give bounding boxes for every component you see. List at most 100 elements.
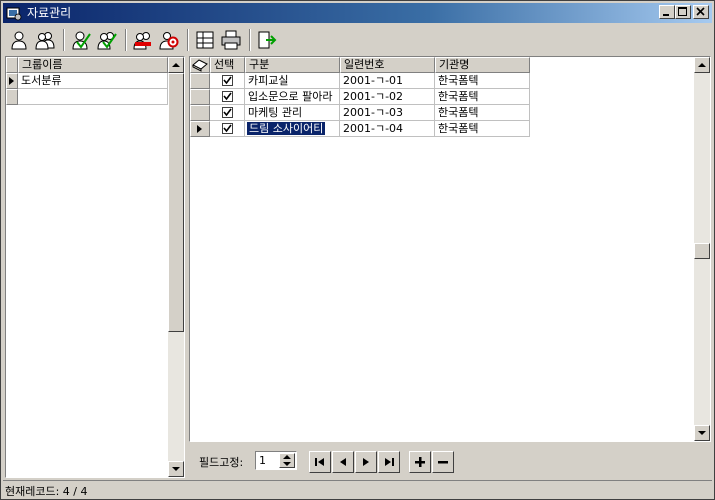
spinner-arrows[interactable] — [279, 453, 295, 468]
group-list-scrollbar[interactable] — [168, 57, 184, 477]
category-cell[interactable]: 마케팅 관리 — [245, 105, 340, 121]
user-button[interactable] — [7, 28, 31, 52]
delete-record-button[interactable] — [432, 451, 454, 473]
first-icon — [315, 458, 324, 466]
list-item[interactable]: 도서분류 — [18, 73, 168, 89]
navigator-bar: 필드고정: 1 — [189, 442, 711, 478]
users-delete-button[interactable] — [131, 28, 155, 52]
select-cell[interactable] — [210, 89, 245, 105]
check-icon — [223, 92, 232, 101]
print-button[interactable] — [219, 28, 243, 52]
current-row-icon — [197, 125, 202, 133]
maximize-button[interactable] — [675, 5, 691, 19]
select-checkbox[interactable] — [222, 91, 233, 102]
add-record-button[interactable] — [409, 451, 431, 473]
prev-record-button[interactable] — [332, 451, 354, 473]
serial-cell[interactable]: 2001-ㄱ-03 — [340, 105, 435, 121]
serial-cell[interactable]: 2001-ㄱ-01 — [340, 73, 435, 89]
freeze-value[interactable]: 1 — [259, 454, 266, 467]
select-checkbox[interactable] — [222, 107, 233, 118]
print-icon — [221, 30, 241, 50]
check-icon — [223, 108, 232, 117]
row-indicator-header — [6, 57, 18, 73]
user-edit-icon — [72, 31, 91, 50]
last-record-button[interactable] — [378, 451, 400, 473]
category-cell[interactable]: 카피교실 — [245, 73, 340, 89]
app-icon — [6, 7, 22, 21]
prev-icon — [340, 458, 346, 466]
window-title: 자료관리 — [27, 6, 72, 20]
row-indicator[interactable] — [190, 89, 210, 105]
title-bar[interactable]: 자료관리 — [3, 3, 712, 23]
org-cell[interactable]: 한국폼텍 — [435, 89, 530, 105]
status-text: 현재레코드: 4 / 4 — [5, 485, 88, 498]
group-list[interactable]: 그룹이름 도서분류 — [5, 56, 185, 478]
records-scrollbar[interactable] — [694, 57, 710, 441]
arrow-up-icon — [698, 63, 706, 67]
list-item[interactable] — [18, 89, 168, 105]
arrow-up-icon — [172, 63, 180, 67]
maximize-icon — [678, 7, 687, 16]
last-icon — [385, 458, 394, 466]
users-edit-button[interactable] — [95, 28, 119, 52]
group-name-header[interactable]: 그룹이름 — [18, 57, 168, 73]
minus-icon — [438, 461, 448, 464]
users-icon — [35, 32, 55, 50]
org-cell[interactable]: 한국폼텍 — [435, 73, 530, 89]
check-icon — [223, 124, 232, 133]
next-record-button[interactable] — [355, 451, 377, 473]
row-indicator[interactable] — [6, 73, 18, 89]
toolbar — [3, 25, 712, 55]
minimize-button[interactable] — [659, 5, 675, 19]
row-indicator[interactable] — [190, 121, 210, 137]
scroll-thumb[interactable] — [694, 243, 710, 259]
user-search-button[interactable] — [157, 28, 181, 52]
serial-cell[interactable]: 2001-ㄱ-04 — [340, 121, 435, 137]
minimize-icon — [663, 14, 669, 16]
scroll-down-button[interactable] — [694, 425, 710, 441]
user-search-icon — [159, 32, 179, 50]
select-checkbox[interactable] — [222, 123, 233, 134]
category-cell[interactable]: 입소문으로 팔아라 — [245, 89, 340, 105]
select-cell[interactable] — [210, 73, 245, 89]
org-header[interactable]: 기관명 — [435, 57, 530, 73]
serial-cell[interactable]: 2001-ㄱ-02 — [340, 89, 435, 105]
org-cell[interactable]: 한국폼텍 — [435, 121, 530, 137]
records-grid[interactable]: 선택 구분 일련번호 기관명 카피교실 2001-ㄱ-01 한국폼텍 입소문으로… — [189, 56, 711, 442]
user-icon — [11, 31, 27, 50]
row-indicator[interactable] — [190, 105, 210, 121]
select-cell[interactable] — [210, 121, 245, 137]
scroll-up-button[interactable] — [168, 57, 184, 73]
grid-corner[interactable] — [190, 57, 210, 73]
row-indicator[interactable] — [190, 73, 210, 89]
selected-text: 드림 소사이어티 — [245, 121, 327, 136]
category-cell-selected[interactable]: 드림 소사이어티 — [245, 121, 340, 137]
layout-button[interactable] — [193, 28, 217, 52]
scroll-up-button[interactable] — [694, 57, 710, 73]
check-icon — [223, 76, 232, 85]
user-edit-button[interactable] — [69, 28, 93, 52]
category-header[interactable]: 구분 — [245, 57, 340, 73]
users-button[interactable] — [33, 28, 57, 52]
select-cell[interactable] — [210, 105, 245, 121]
layout-icon — [196, 31, 214, 49]
plus-icon — [415, 457, 425, 467]
users-delete-icon — [133, 32, 151, 50]
row-indicator[interactable] — [6, 89, 18, 105]
arrow-down-icon — [172, 467, 180, 471]
org-cell[interactable]: 한국폼텍 — [435, 105, 530, 121]
serial-header[interactable]: 일련번호 — [340, 57, 435, 73]
app-window: 자료관리 그룹이름 도서분류 선택 구분 일련번호 기관명 카피교실 2001-… — [0, 0, 715, 500]
first-record-button[interactable] — [309, 451, 331, 473]
status-bar: 현재레코드: 4 / 4 — [3, 480, 712, 498]
close-button[interactable] — [693, 5, 709, 19]
scroll-down-button[interactable] — [168, 461, 184, 477]
book-icon — [192, 59, 208, 72]
freeze-spinner[interactable]: 1 — [255, 451, 297, 470]
scroll-thumb[interactable] — [168, 73, 184, 332]
users-edit-icon — [97, 32, 117, 50]
select-header[interactable]: 선택 — [210, 57, 245, 73]
freeze-label: 필드고정: — [199, 456, 244, 469]
exit-button[interactable] — [255, 28, 279, 52]
select-checkbox[interactable] — [222, 75, 233, 86]
